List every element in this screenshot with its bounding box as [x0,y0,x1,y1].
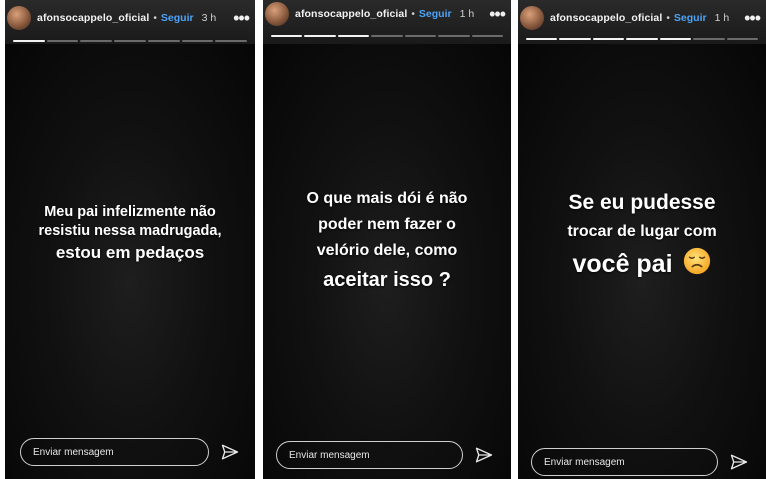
story-progress-bar [13,40,248,42]
progress-segment [147,40,180,42]
story-progress-bar [526,38,758,40]
separator-dot: • [153,12,157,24]
more-options-icon[interactable]: ••• [233,9,250,27]
caption-line: poder nem fazer o [318,216,456,233]
story-header: afonsocappelo_oficial • Seguir 3 h ••• [7,4,250,32]
post-time: 1 h [459,8,475,20]
username[interactable]: afonsocappelo_oficial [37,12,149,24]
progress-segment [659,38,692,40]
avatar[interactable] [520,6,544,30]
more-options-icon[interactable]: ••• [744,9,761,27]
message-composer [531,447,752,477]
progress-segment [215,40,248,42]
story-caption: O que mais dói é não poder nem fazer o v… [263,186,511,296]
progress-segment [304,35,336,37]
message-input[interactable] [20,438,209,466]
progress-segment [337,35,370,37]
progress-segment [371,35,403,37]
follow-button[interactable]: Seguir [161,12,194,24]
progress-segment [80,40,113,42]
story-progress-bar [271,35,503,37]
progress-segment [693,38,725,40]
message-input[interactable] [276,441,463,469]
story-panel-1[interactable]: afonsocappelo_oficial • Seguir 3 h ••• M… [5,0,255,479]
separator-dot: • [411,8,415,20]
post-time: 3 h [201,12,217,24]
story-header: afonsocappelo_oficial • Seguir 1 h ••• [520,4,761,32]
progress-segment [526,38,558,40]
avatar[interactable] [265,2,289,26]
progress-segment [46,40,79,42]
disappointed-face-emoji [683,247,710,275]
caption-line: estou em pedaços [55,243,205,262]
story-panel-3[interactable]: afonsocappelo_oficial • Seguir 1 h ••• S… [518,0,766,479]
paper-plane-icon[interactable] [217,439,243,465]
caption-line: resistiu nessa madrugada, [38,223,222,239]
story-caption: Se eu pudesse trocar de lugar com você p… [518,186,766,284]
caption-line: você pai [572,250,673,278]
progress-segment [726,38,758,40]
progress-segment [404,35,437,37]
caption-line: O que mais dói é não [306,190,468,207]
progress-segment [626,38,658,40]
caption-line: trocar de lugar com [567,223,717,240]
progress-segment [592,38,625,40]
caption-line: Meu pai infelizmente não [44,204,216,220]
paper-plane-icon[interactable] [471,442,497,468]
progress-segment [559,38,591,40]
progress-segment [271,35,303,37]
avatar[interactable] [7,6,31,30]
username[interactable]: afonsocappelo_oficial [550,12,662,24]
progress-segment [438,35,470,37]
story-caption: Meu pai infelizmente não resistiu nessa … [5,203,255,265]
caption-line: Se eu pudesse [568,191,716,214]
caption-line: aceitar isso ? [323,269,451,291]
caption-line: velório dele, como [316,242,458,259]
message-composer [20,437,243,467]
story-header: afonsocappelo_oficial • Seguir 1 h ••• [265,0,506,28]
username[interactable]: afonsocappelo_oficial [295,8,407,20]
paper-plane-icon[interactable] [726,449,752,475]
message-input[interactable] [531,448,718,476]
separator-dot: • [666,12,670,24]
story-panel-2[interactable]: afonsocappelo_oficial • Seguir 1 h ••• O… [263,0,511,479]
message-composer [276,440,497,470]
follow-button[interactable]: Seguir [419,8,452,20]
progress-segment [13,40,45,42]
progress-segment [471,35,503,37]
follow-button[interactable]: Seguir [674,12,707,24]
more-options-icon[interactable]: ••• [489,5,506,23]
caption-line-with-emoji: você pai [518,244,766,284]
progress-segment [114,40,146,42]
post-time: 1 h [714,12,730,24]
progress-segment [181,40,214,42]
